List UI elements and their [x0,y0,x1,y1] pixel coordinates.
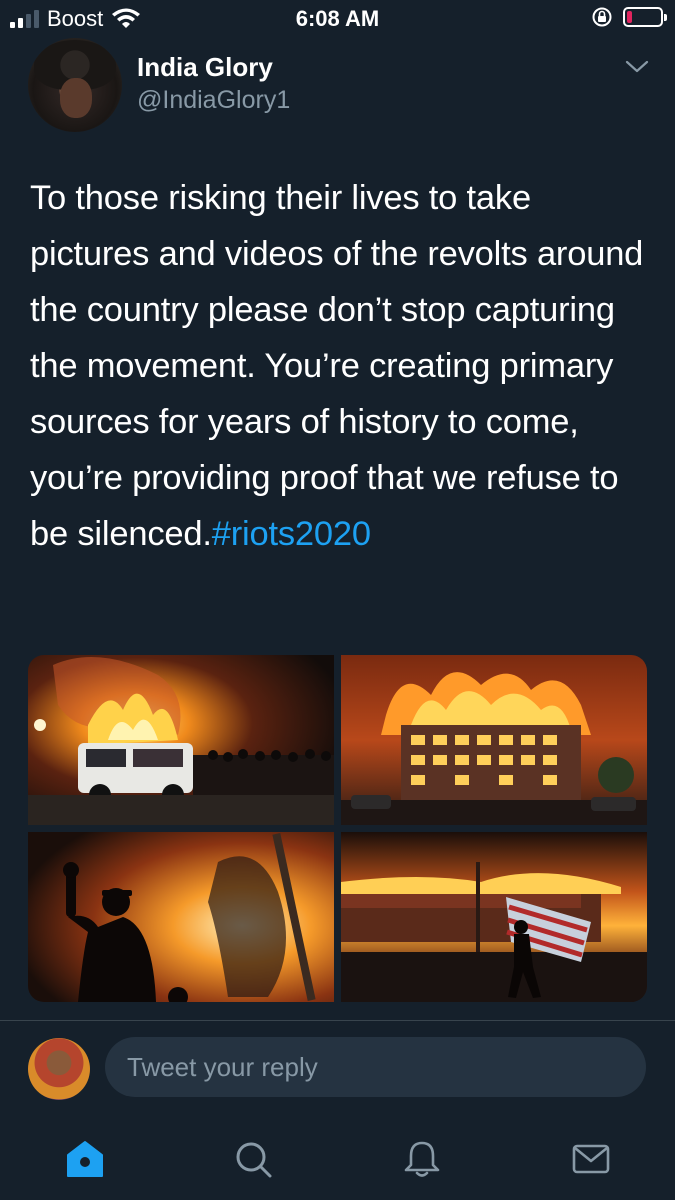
author-name[interactable]: India Glory [137,52,273,83]
photo-protester-raised-fist [28,832,334,1002]
hashtag-link[interactable]: #riots2020 [212,515,371,553]
divider [0,1020,675,1021]
user-avatar[interactable] [28,1038,90,1100]
media-photo-2[interactable] [341,655,647,825]
author-handle[interactable]: @IndiaGlory1 [137,86,290,115]
media-photo-1[interactable] [28,655,334,825]
nav-search[interactable] [228,1134,278,1184]
author-avatar[interactable] [28,38,122,132]
photo-burning-building [341,655,647,825]
reply-placeholder: Tweet your reply [127,1051,318,1082]
reply-input[interactable]: Tweet your reply [105,1037,646,1097]
bell-icon [404,1141,440,1177]
photo-protester-with-flag [341,832,647,1002]
home-icon [67,1141,103,1177]
bottom-nav [0,1120,675,1200]
status-right [591,6,667,28]
battery-icon [623,7,667,27]
media-grid [28,655,647,1002]
nav-notifications[interactable] [397,1134,447,1184]
status-time: 6:08 AM [295,6,380,31]
search-icon [236,1142,272,1178]
nav-messages[interactable] [566,1134,616,1184]
tweet-text: To those risking their lives to take pic… [30,170,650,562]
chevron-down-icon[interactable] [624,56,650,76]
photo-burning-police-car [28,655,334,825]
nav-home[interactable] [60,1134,110,1184]
mail-icon [572,1144,610,1174]
media-photo-4[interactable] [341,832,647,1002]
tweet-body: To those risking their lives to take pic… [30,179,644,553]
media-photo-3[interactable] [28,832,334,1002]
rotation-lock-icon [592,7,612,27]
status-bar: Boost 6:08 AM [0,0,675,36]
